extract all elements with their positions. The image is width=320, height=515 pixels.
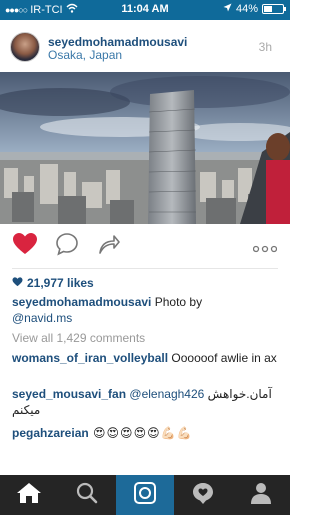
view-all-comments-link[interactable]: View all 1,429 comments — [12, 331, 145, 345]
tab-camera[interactable] — [116, 475, 174, 515]
post-time: 3h — [258, 40, 272, 54]
comment: womans_of_iran_volleyball Oooooof awlie … — [12, 350, 286, 366]
comment-username[interactable]: pegahzareian — [12, 426, 89, 440]
comment: seyed_mousavi_fan @elenagh426 آمان.خواهش… — [12, 386, 286, 418]
battery-icon — [262, 4, 286, 14]
camera-icon — [133, 481, 157, 510]
comment-username[interactable]: seyed_mousavi_fan — [12, 387, 126, 401]
tab-home[interactable] — [0, 475, 58, 515]
divider — [12, 268, 278, 269]
activity-speech-heart-icon — [191, 481, 215, 510]
more-options-icon[interactable] — [252, 240, 278, 258]
avatar[interactable] — [10, 32, 40, 62]
comment-icon[interactable] — [55, 232, 79, 261]
post-location[interactable]: Osaka, Japan — [48, 48, 122, 62]
comment-mention[interactable]: @elenagh426 — [126, 387, 204, 401]
comment-text: Oooooof awlie in ax — [168, 351, 277, 365]
post-header: seyedmohamadmousavi Osaka, Japan 3h — [0, 26, 290, 70]
small-heart-icon — [12, 276, 23, 290]
tab-bar — [0, 475, 290, 515]
like-heart-icon[interactable] — [12, 232, 38, 261]
caption-text: Photo by — [151, 295, 203, 309]
location-arrow-icon — [223, 3, 232, 15]
tab-profile[interactable] — [232, 475, 290, 515]
likes-count[interactable]: 21,977 likes — [12, 276, 94, 290]
post-username[interactable]: seyedmohamadmousavi — [48, 35, 187, 49]
search-icon — [76, 482, 98, 509]
profile-icon — [250, 482, 272, 509]
share-icon[interactable] — [97, 232, 121, 261]
status-right: 44% — [223, 3, 286, 15]
status-bar: ●●●○○ IR-TCI 11:04 AM 44% — [0, 0, 290, 20]
home-icon — [16, 481, 42, 510]
post-actions — [0, 232, 290, 258]
tab-search[interactable] — [58, 475, 116, 515]
tab-activity[interactable] — [174, 475, 232, 515]
post-caption: seyedmohamadmousavi Photo by @navid.ms — [12, 294, 282, 326]
comment-text: 😍😍😍😍😍💪🏻💪🏻 — [88, 426, 193, 440]
likes-text: 21,977 likes — [27, 276, 94, 290]
caption-username[interactable]: seyedmohamadmousavi — [12, 295, 151, 309]
post-photo[interactable] — [0, 72, 290, 224]
battery-percent: 44% — [235, 3, 258, 15]
comment-username[interactable]: womans_of_iran_volleyball — [12, 351, 168, 365]
caption-mention[interactable]: @navid.ms — [12, 311, 72, 325]
comment: pegahzareian 😍😍😍😍😍💪🏻💪🏻 — [12, 425, 286, 441]
